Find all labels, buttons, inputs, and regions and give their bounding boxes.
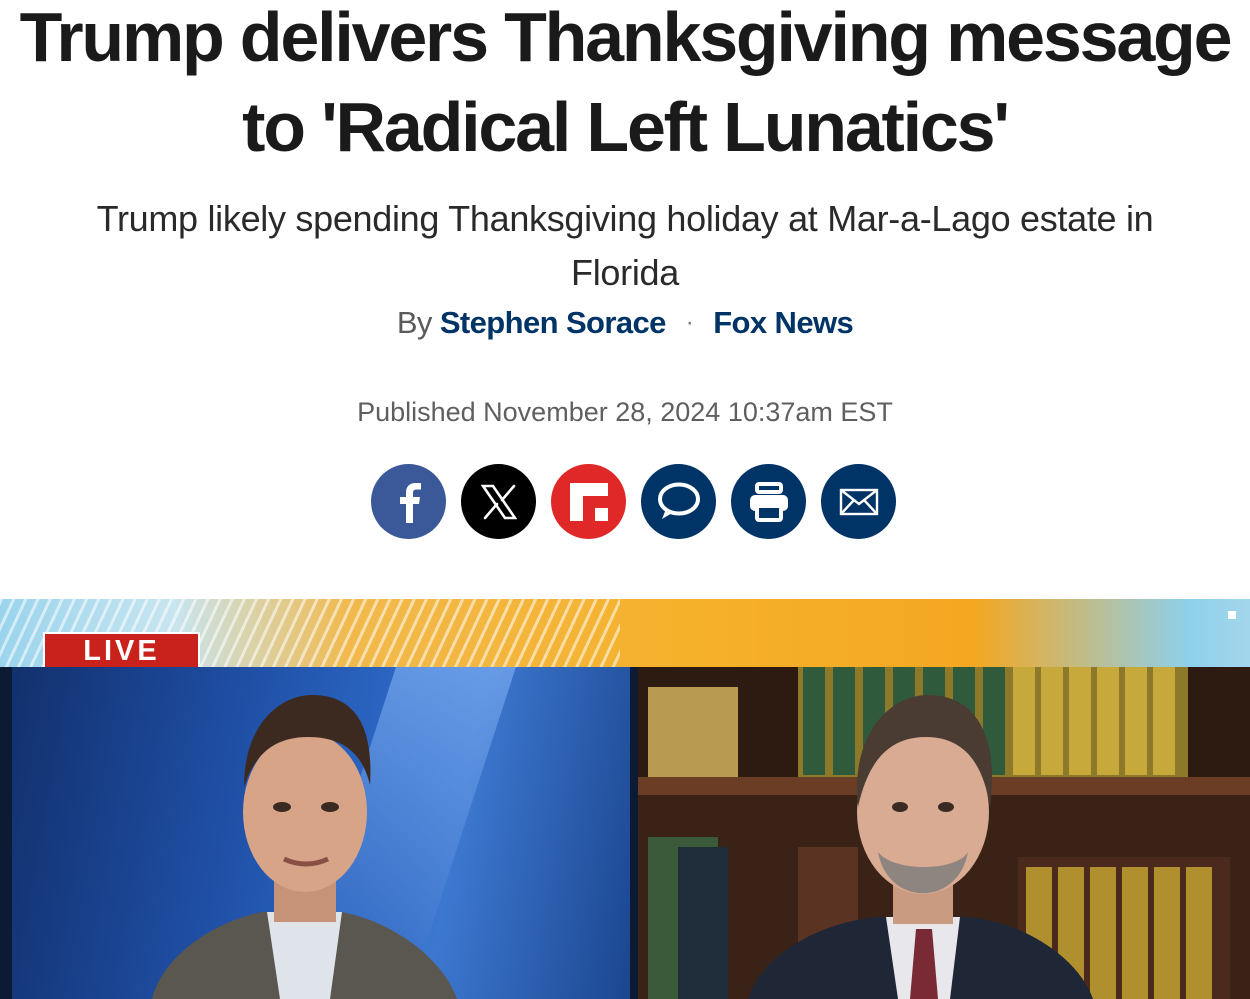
guest-figure <box>748 695 1093 999</box>
author-link[interactable]: Stephen Sorace <box>440 305 667 340</box>
article-subheadline: Trump likely spending Thanksgiving holid… <box>96 198 1154 293</box>
print-button[interactable] <box>731 464 806 539</box>
share-bar <box>371 464 896 539</box>
article-headline: Trump delivers Thanksgiving message to '… <box>19 0 1233 166</box>
flipboard-icon <box>569 482 608 521</box>
comment-icon <box>657 482 700 519</box>
share-email-button[interactable] <box>821 464 896 539</box>
print-icon <box>749 481 788 522</box>
broadcast-corner-marker <box>1228 611 1236 619</box>
byline-prefix: By <box>396 305 433 340</box>
share-flipboard-button[interactable] <box>551 464 626 539</box>
email-icon <box>839 488 878 515</box>
x-icon <box>480 484 517 519</box>
share-facebook-button[interactable] <box>371 464 446 539</box>
outlet-link[interactable]: Fox News <box>713 305 854 340</box>
facebook-icon <box>399 482 421 523</box>
byline: By Stephen Sorace · Fox News <box>0 303 1250 343</box>
live-badge: LIVE <box>43 632 200 670</box>
video-frame-guest <box>638 667 1250 999</box>
share-x-button[interactable] <box>461 464 536 539</box>
byline-separator: · <box>685 309 694 336</box>
comments-button[interactable] <box>641 464 716 539</box>
video-frame-anchor <box>12 667 630 999</box>
published-timestamp: Published November 28, 2024 10:37am EST <box>357 397 893 427</box>
video-player[interactable]: LIVE <box>0 599 1250 999</box>
anchor-figure <box>152 695 457 999</box>
